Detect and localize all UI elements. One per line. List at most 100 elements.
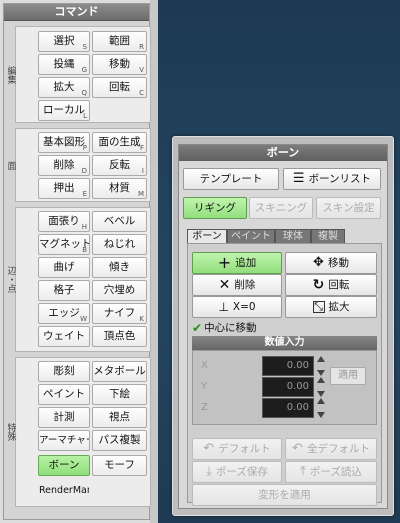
section-special-label: 特殊 bbox=[5, 423, 16, 441]
add-bone-button[interactable]: + 追加 bbox=[192, 252, 282, 274]
center-move-checkbox[interactable]: ✔ 中心に移動 bbox=[192, 320, 257, 335]
rotate-icon: ↻ bbox=[312, 277, 325, 293]
move-arrows-icon: ✥ bbox=[313, 255, 324, 270]
lasso-button[interactable]: 投縄 G bbox=[38, 54, 90, 75]
tilt-button[interactable]: 傾き bbox=[92, 257, 147, 278]
morph-button[interactable]: モーフ bbox=[92, 455, 147, 476]
all-default-button[interactable]: ↶ 全デフォルト bbox=[285, 438, 377, 460]
fill-hole-button[interactable]: 穴埋め bbox=[92, 280, 147, 301]
delete-button[interactable]: 削除 D bbox=[38, 155, 90, 176]
fill-face-button[interactable]: 面張り H bbox=[38, 211, 90, 232]
vertex-color-button[interactable]: 頂点色 bbox=[92, 326, 147, 347]
z-value-field[interactable]: 0.00 bbox=[262, 398, 314, 418]
template-button[interactable]: テンプレート bbox=[183, 168, 279, 190]
move-bone-button[interactable]: ✥ 移動 bbox=[285, 252, 377, 274]
spin-up-icon[interactable] bbox=[316, 377, 325, 383]
spin-down-icon[interactable] bbox=[316, 412, 325, 418]
weight-button[interactable]: ウェイト bbox=[38, 326, 90, 347]
command-panel: コマンド 編集 選択 S 範囲 R 投縄 G 移動 V 拡大 Q 回転 C ローカル L 面 … bbox=[3, 3, 151, 520]
skinning-button[interactable]: スキニング bbox=[249, 197, 313, 219]
bone-button[interactable]: ボーン bbox=[38, 455, 90, 476]
spin-down-icon[interactable] bbox=[316, 370, 325, 376]
cross-icon: ✕ bbox=[218, 277, 231, 293]
axis-y-label: Y bbox=[201, 381, 208, 392]
primitive-button[interactable]: 基本図形 P bbox=[38, 132, 90, 153]
bend-button[interactable]: 曲げ bbox=[38, 257, 90, 278]
y-spinner[interactable] bbox=[316, 377, 325, 397]
renderman-button[interactable]: RenderMan bbox=[38, 480, 90, 501]
edge-button[interactable]: エッジ W bbox=[38, 303, 90, 324]
knife-button[interactable]: ナイフ K bbox=[92, 303, 147, 324]
undo-arrow-icon: ↶ bbox=[203, 441, 215, 456]
panel-gap bbox=[150, 0, 158, 523]
list-icon: ☰ bbox=[292, 171, 305, 186]
magnet-button[interactable]: マグネット B bbox=[38, 234, 90, 255]
metaball-button[interactable]: メタボール bbox=[92, 361, 147, 382]
flip-button[interactable]: 反転 I bbox=[92, 155, 147, 176]
axis-z-label: Z bbox=[201, 402, 208, 413]
numeric-input-header: 数値入力 bbox=[192, 336, 377, 350]
viewpoint-button[interactable]: 視点 bbox=[92, 407, 147, 428]
path-duplicate-button[interactable]: パス複製 bbox=[92, 430, 147, 451]
range-button[interactable]: 範囲 R bbox=[92, 31, 147, 52]
rigging-button[interactable]: リギング bbox=[183, 197, 247, 219]
section-edit-label: 編集 bbox=[5, 65, 16, 84]
x-zero-button[interactable]: ⊥ X=0 bbox=[192, 296, 282, 318]
skin-settings-button[interactable]: スキン設定 bbox=[316, 197, 381, 219]
rotate-button[interactable]: 回転 C bbox=[92, 77, 147, 98]
select-button[interactable]: 選択 S bbox=[38, 31, 90, 52]
tab-bone[interactable]: ボーン bbox=[187, 229, 227, 244]
check-icon: ✔ bbox=[192, 320, 203, 335]
x-value-field[interactable]: 0.00 bbox=[262, 356, 314, 376]
spin-down-icon[interactable] bbox=[316, 391, 325, 397]
underlay-button[interactable]: 下絵 bbox=[92, 384, 147, 405]
bone-panel: ボーン テンプレート ☰ ボーンリスト リギング スキニング スキン設定 ボーン… bbox=[172, 136, 394, 516]
local-button[interactable]: ローカル L bbox=[38, 100, 90, 121]
section-special: 特殊 彫刻 メタボール ペイント 下絵 計測 視点 アーマチャー パス複製 ボー… bbox=[6, 357, 151, 507]
pose-load-button[interactable]: ⤒ ポーズ読込 bbox=[285, 461, 377, 483]
create-face-button[interactable]: 面の生成 F bbox=[92, 132, 147, 153]
scale-button[interactable]: 拡大 Q bbox=[38, 77, 90, 98]
axis-x-label: X bbox=[201, 360, 208, 371]
bevel-button[interactable]: ベベル bbox=[92, 211, 147, 232]
bone-panel-title: ボーン bbox=[179, 145, 387, 161]
delete-bone-button[interactable]: ✕ 削除 bbox=[192, 274, 282, 296]
section-edge-vertex: 辺・点 面張り H ベベル マグネット B ねじれ 曲げ 傾き 格子 穴埋め エッジ… bbox=[6, 207, 151, 352]
numeric-input-box: X Y Z 0.00 0.00 0.00 適用 bbox=[192, 350, 377, 425]
section-face: 面 基本図形 P 面の生成 F 削除 D 反転 I 押出 E 材質 M bbox=[6, 128, 151, 202]
rotate-bone-button[interactable]: ↻ 回転 bbox=[285, 274, 377, 296]
material-button[interactable]: 材質 M bbox=[92, 178, 147, 199]
twist-button[interactable]: ねじれ bbox=[92, 234, 147, 255]
move-button[interactable]: 移動 V bbox=[92, 54, 147, 75]
command-panel-title: コマンド bbox=[4, 4, 149, 21]
tab-sphere[interactable]: 球体 bbox=[275, 229, 311, 244]
x-spinner[interactable] bbox=[316, 356, 325, 376]
bone-list-button[interactable]: ☰ ボーンリスト bbox=[283, 168, 381, 190]
sculpt-button[interactable]: 彫刻 bbox=[38, 361, 90, 382]
default-button[interactable]: ↶ デフォルト bbox=[192, 438, 282, 460]
lattice-button[interactable]: 格子 bbox=[38, 280, 90, 301]
bone-panel-inner: ボーン テンプレート ☰ ボーンリスト リギング スキニング スキン設定 ボーン… bbox=[178, 144, 388, 509]
plus-icon: + bbox=[217, 253, 232, 272]
pose-save-button[interactable]: ⤓ ポーズ保存 bbox=[192, 461, 282, 483]
y-value-field[interactable]: 0.00 bbox=[262, 377, 314, 397]
load-up-icon: ⤒ bbox=[300, 464, 306, 479]
measure-button[interactable]: 計測 bbox=[38, 407, 90, 428]
spin-up-icon[interactable] bbox=[316, 398, 325, 404]
scale-icon: ⤡ bbox=[312, 300, 325, 313]
section-edit: 編集 選択 S 範囲 R 投縄 G 移動 V 拡大 Q 回転 C ローカル L bbox=[6, 26, 151, 123]
paint-button[interactable]: ペイント bbox=[38, 384, 90, 405]
apply-transform-button[interactable]: 変形を適用 bbox=[192, 484, 377, 506]
section-edge-vertex-label: 辺・点 bbox=[5, 266, 16, 293]
spin-up-icon[interactable] bbox=[316, 356, 325, 362]
section-face-label: 面 bbox=[5, 160, 16, 170]
armature-button[interactable]: アーマチャー bbox=[38, 430, 90, 451]
tab-paint[interactable]: ペイント bbox=[227, 229, 275, 244]
z-spinner[interactable] bbox=[316, 398, 325, 418]
extrude-button[interactable]: 押出 E bbox=[38, 178, 90, 199]
tab-duplicate[interactable]: 複製 bbox=[311, 229, 345, 244]
x-zero-icon: ⊥ bbox=[218, 300, 229, 314]
scale-bone-button[interactable]: ⤡ 拡大 bbox=[285, 296, 377, 318]
apply-numeric-button[interactable]: 適用 bbox=[330, 367, 366, 385]
save-down-icon: ⤓ bbox=[206, 464, 212, 479]
